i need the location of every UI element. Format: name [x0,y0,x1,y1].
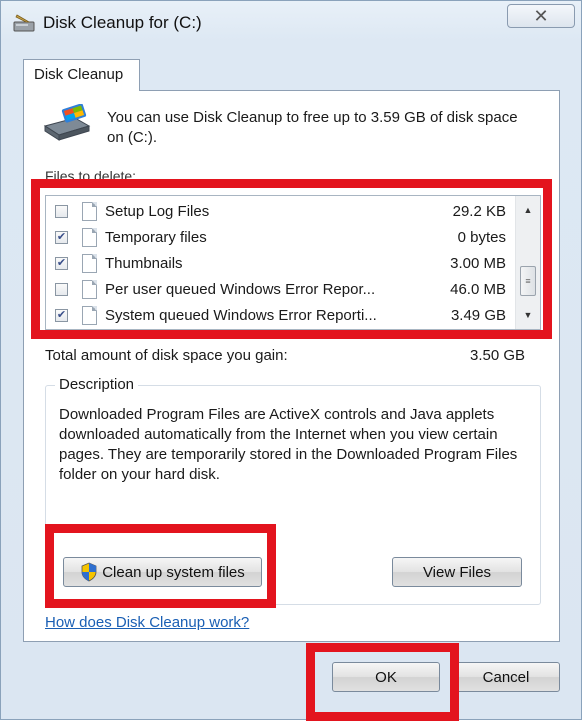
tab-disk-cleanup[interactable]: Disk Cleanup [23,59,140,91]
cancel-button[interactable]: Cancel [452,662,560,692]
cancel-label: Cancel [482,668,530,686]
help-link[interactable]: How does Disk Cleanup work? [45,614,249,631]
total-gain-value: 3.50 GB [470,347,526,364]
close-icon: ✕ [533,5,549,26]
highlight-box-cleanup-button [45,524,276,608]
highlight-box-ok-button [306,643,459,721]
title-bar: Disk Cleanup for (C:) ✕ [1,1,581,45]
view-files-button[interactable]: View Files [392,557,522,587]
highlight-box-file-list [31,179,552,339]
close-button[interactable]: ✕ [507,4,575,28]
disk-cleanup-icon [13,14,35,32]
description-title: Description [55,376,139,393]
description-text: Downloaded Program Files are ActiveX con… [59,406,518,483]
view-files-label: View Files [422,563,492,581]
window-title: Disk Cleanup for (C:) [43,13,202,32]
intro-text: You can use Disk Cleanup to free up to 3… [107,109,518,146]
drive-broom-icon [43,104,91,141]
tab-label: Disk Cleanup [34,66,124,83]
total-gain-label: Total amount of disk space you gain: [45,347,288,364]
disk-cleanup-window: Disk Cleanup for (C:) ✕ Disk Cleanup You… [0,0,582,721]
